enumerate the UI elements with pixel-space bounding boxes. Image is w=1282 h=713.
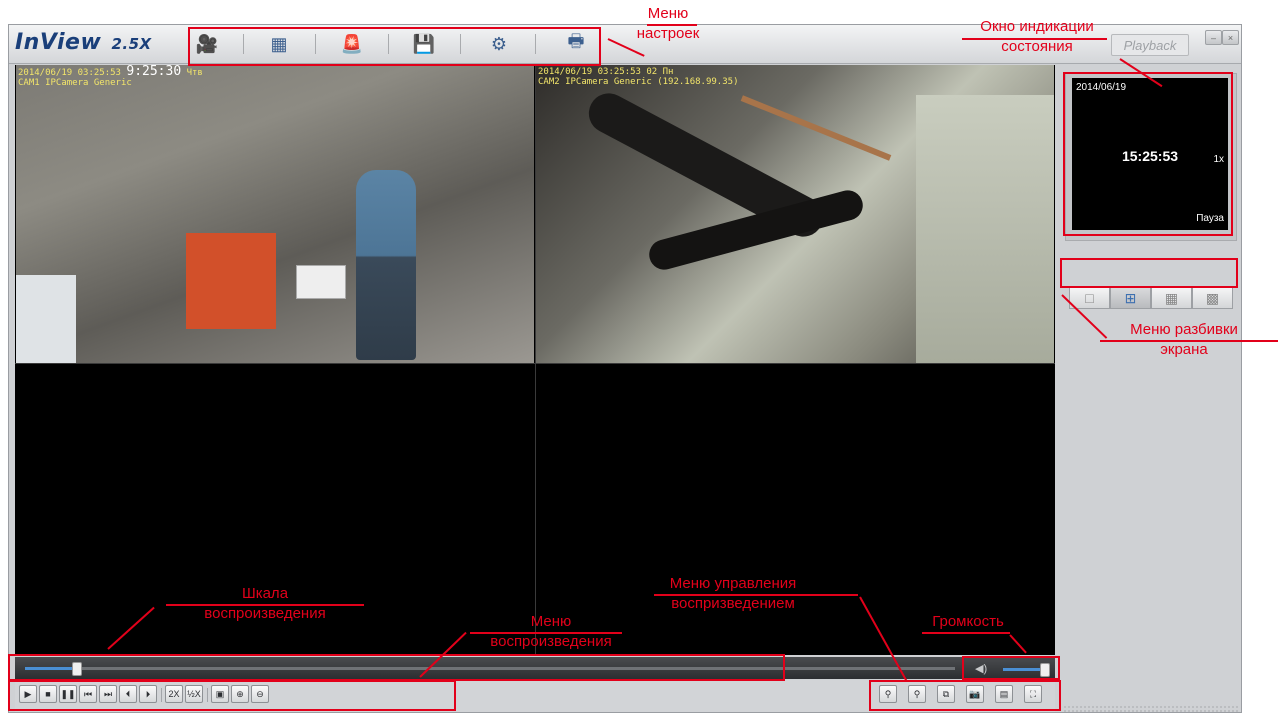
office-window bbox=[16, 275, 76, 363]
annotation-underline bbox=[470, 632, 622, 634]
orange-panel bbox=[186, 233, 276, 329]
annotation-underline bbox=[962, 38, 1107, 40]
grid-divider-horizontal bbox=[15, 363, 1055, 364]
wooden-shelf bbox=[740, 95, 892, 161]
annotation-underline bbox=[647, 24, 697, 26]
split-menu-highlight bbox=[1060, 258, 1238, 288]
camera-view-2[interactable]: 2014/06/19 03:25:53 02 Пн CAM2 IPCamera … bbox=[536, 65, 1054, 363]
person-figure bbox=[356, 170, 416, 360]
timeline-highlight bbox=[8, 654, 785, 681]
wall-area bbox=[916, 95, 1054, 363]
annotation-underline bbox=[166, 604, 364, 606]
annotation-underline bbox=[1100, 340, 1278, 342]
split-4-button[interactable]: ⊞ bbox=[1110, 287, 1151, 309]
annotation-status-window: Окно индикации состояния bbox=[980, 18, 1094, 55]
video-grid: 2014/06/19 03:25:53 9:25:30 Чтв CAM1 IPC… bbox=[15, 65, 1055, 655]
panel-grip bbox=[1063, 705, 1239, 712]
grid-divider-vertical bbox=[535, 65, 536, 655]
paper-sign bbox=[296, 265, 346, 299]
split-16-button[interactable]: ▩ bbox=[1192, 287, 1233, 309]
camera-view-1[interactable]: 2014/06/19 03:25:53 9:25:30 Чтв CAM1 IPC… bbox=[16, 65, 534, 363]
split-screen-menu: □ ⊞ ▦ ▩ bbox=[1069, 287, 1233, 309]
status-window-highlight bbox=[1063, 72, 1233, 236]
volume-highlight bbox=[962, 656, 1060, 680]
playback-control-highlight bbox=[869, 680, 1061, 711]
split-9-button[interactable]: ▦ bbox=[1151, 287, 1192, 309]
close-button[interactable]: × bbox=[1222, 30, 1239, 45]
annotation-volume: Громкость bbox=[932, 613, 1004, 630]
app-logo: InView 2.5X bbox=[15, 30, 152, 55]
camera-1-osd: 2014/06/19 03:25:53 9:25:30 Чтв CAM1 IPC… bbox=[18, 65, 203, 88]
annotation-underline bbox=[922, 632, 1010, 634]
annotation-underline bbox=[654, 594, 858, 596]
minimize-button[interactable]: – bbox=[1205, 30, 1222, 45]
settings-menu-highlight bbox=[188, 27, 601, 66]
camera-2-osd: 2014/06/19 03:25:53 02 Пн CAM2 IPCamera … bbox=[538, 67, 739, 87]
playback-menu-highlight bbox=[8, 680, 456, 711]
